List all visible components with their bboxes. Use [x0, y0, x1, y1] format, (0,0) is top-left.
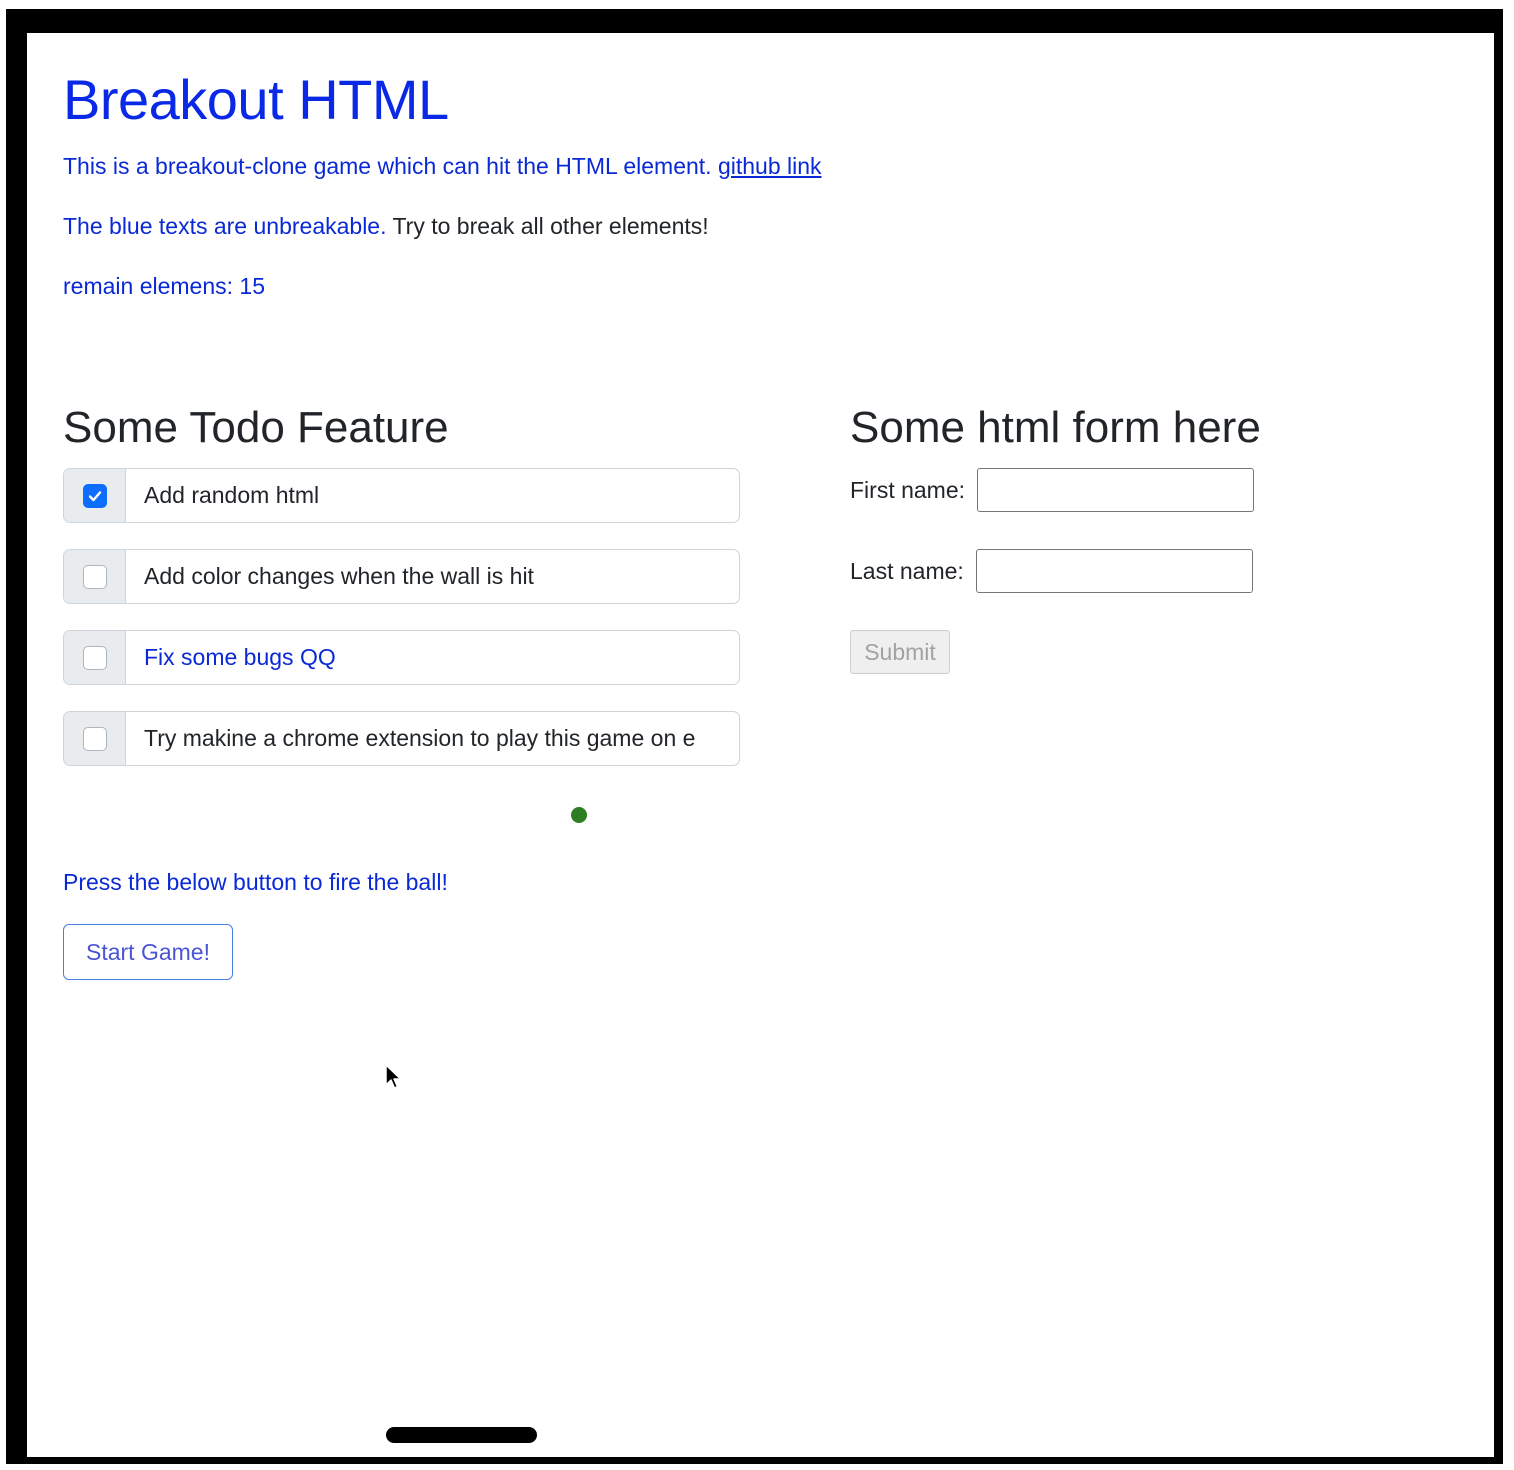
first-name-label: First name: — [850, 477, 966, 503]
last-name-label: Last name: — [850, 558, 964, 584]
page-title: Breakout HTML — [63, 68, 449, 131]
todo-check-cell — [64, 550, 126, 603]
first-name-input[interactable] — [977, 468, 1254, 512]
todo-text: Add random html — [126, 469, 739, 522]
start-game-button[interactable]: Start Game! — [63, 924, 233, 980]
todo-text: Add color changes when the wall is hit — [126, 550, 739, 603]
todo-heading: Some Todo Feature — [63, 403, 449, 452]
todo-item: Add color changes when the wall is hit — [63, 549, 740, 604]
game-screen: Breakout HTML This is a breakout-clone g… — [27, 33, 1494, 1457]
intro-text: This is a breakout-clone game which can … — [63, 153, 712, 179]
game-ball — [571, 807, 587, 823]
rules-line: The blue texts are unbreakable. Try to b… — [63, 213, 709, 241]
todo-label: Add random html — [144, 482, 320, 508]
checkmark-icon — [88, 490, 101, 501]
rule-unbreakable-text: The blue texts are unbreakable. — [63, 213, 387, 239]
todo-checkbox[interactable] — [82, 645, 107, 670]
rule-break-text: Try to break all other elements! — [392, 213, 709, 239]
todo-check-cell — [64, 712, 126, 765]
mouse-cursor-icon — [385, 1064, 402, 1089]
todo-checkbox[interactable] — [82, 726, 107, 751]
remain-count: 15 — [239, 273, 266, 299]
device-frame: Breakout HTML This is a breakout-clone g… — [6, 9, 1503, 1464]
todo-item: Fix some bugs QQ — [63, 630, 740, 685]
todo-checkbox[interactable] — [82, 564, 107, 589]
todo-label: Try makine a chrome extension to play th… — [144, 725, 696, 751]
todo-checkbox[interactable] — [82, 483, 107, 508]
todo-check-cell — [64, 469, 126, 522]
todo-text: Try makine a chrome extension to play th… — [126, 712, 739, 765]
todo-label: Fix some bugs QQ — [144, 644, 336, 670]
github-link[interactable]: github link — [718, 153, 822, 179]
todo-item: Add random html — [63, 468, 740, 523]
todo-check-cell — [64, 631, 126, 684]
form-heading: Some html form here — [850, 403, 1261, 452]
remain-counter: remain elemens: 15 — [63, 273, 265, 301]
remain-label: remain elemens: — [63, 273, 234, 299]
todo-text: Fix some bugs QQ — [126, 631, 739, 684]
fire-prompt: Press the below button to fire the ball! — [63, 869, 448, 895]
todo-item: Try makine a chrome extension to play th… — [63, 711, 740, 766]
todo-label: Add color changes when the wall is hit — [144, 563, 534, 589]
submit-button[interactable]: Submit — [850, 630, 950, 674]
game-paddle[interactable] — [386, 1427, 537, 1443]
last-name-input[interactable] — [976, 549, 1253, 593]
intro-line: This is a breakout-clone game which can … — [63, 153, 822, 181]
